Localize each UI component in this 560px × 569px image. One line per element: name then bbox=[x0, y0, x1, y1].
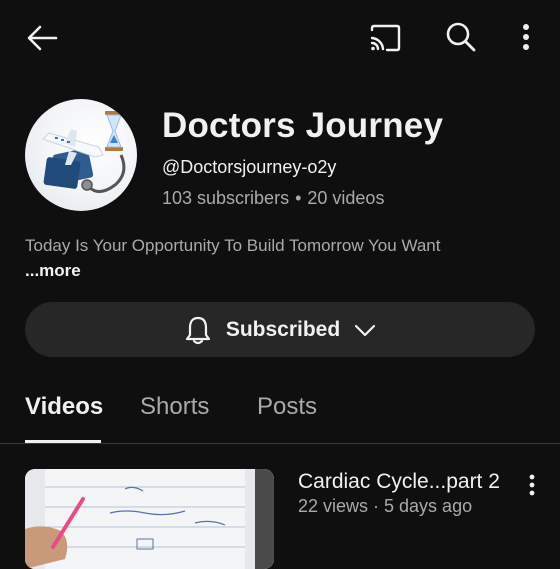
video-title[interactable]: Cardiac Cycle...part 2 bbox=[298, 470, 500, 494]
channel-description[interactable]: Today Is Your Opportunity To Build Tomor… bbox=[25, 233, 495, 283]
description-text: Today Is Your Opportunity To Build Tomor… bbox=[25, 236, 441, 255]
arrow-left-icon bbox=[27, 25, 58, 51]
video-meta: 22 views · 5 days ago bbox=[298, 496, 473, 516]
tab-shorts[interactable]: Shorts bbox=[140, 393, 209, 421]
more-link[interactable]: ...more bbox=[25, 261, 81, 280]
more-vertical-icon bbox=[529, 474, 535, 496]
more-vertical-icon bbox=[523, 24, 529, 50]
video-thumbnail[interactable] bbox=[25, 469, 274, 569]
more-options-button[interactable] bbox=[514, 20, 538, 54]
channel-avatar[interactable] bbox=[25, 99, 137, 211]
cast-icon bbox=[370, 24, 401, 52]
subscribed-button[interactable]: Subscribed bbox=[25, 302, 535, 357]
search-button[interactable] bbox=[442, 18, 480, 56]
tabs-divider bbox=[0, 443, 560, 444]
subscribed-label: Subscribed bbox=[225, 317, 341, 341]
tab-posts[interactable]: Posts bbox=[257, 393, 317, 421]
channel-name: Doctors Journey bbox=[162, 106, 444, 145]
stats-separator: • bbox=[295, 188, 302, 208]
subscriber-count: 103 subscribers bbox=[162, 188, 290, 208]
channel-stats: 103 subscribers • 20 videos bbox=[162, 188, 384, 209]
bell-icon bbox=[185, 316, 210, 344]
video-count: 20 videos bbox=[307, 188, 385, 208]
handwritten-notes-thumbnail bbox=[25, 469, 274, 569]
video-more-button[interactable] bbox=[524, 472, 540, 498]
back-button[interactable] bbox=[22, 20, 62, 56]
search-icon bbox=[446, 22, 476, 52]
chevron-down-icon bbox=[355, 324, 376, 336]
tab-videos[interactable]: Videos bbox=[25, 393, 103, 421]
cast-button[interactable] bbox=[365, 20, 405, 56]
stethoscope-plane-avatar bbox=[42, 111, 126, 193]
channel-handle: @Doctorsjourney-o2y bbox=[162, 157, 337, 177]
